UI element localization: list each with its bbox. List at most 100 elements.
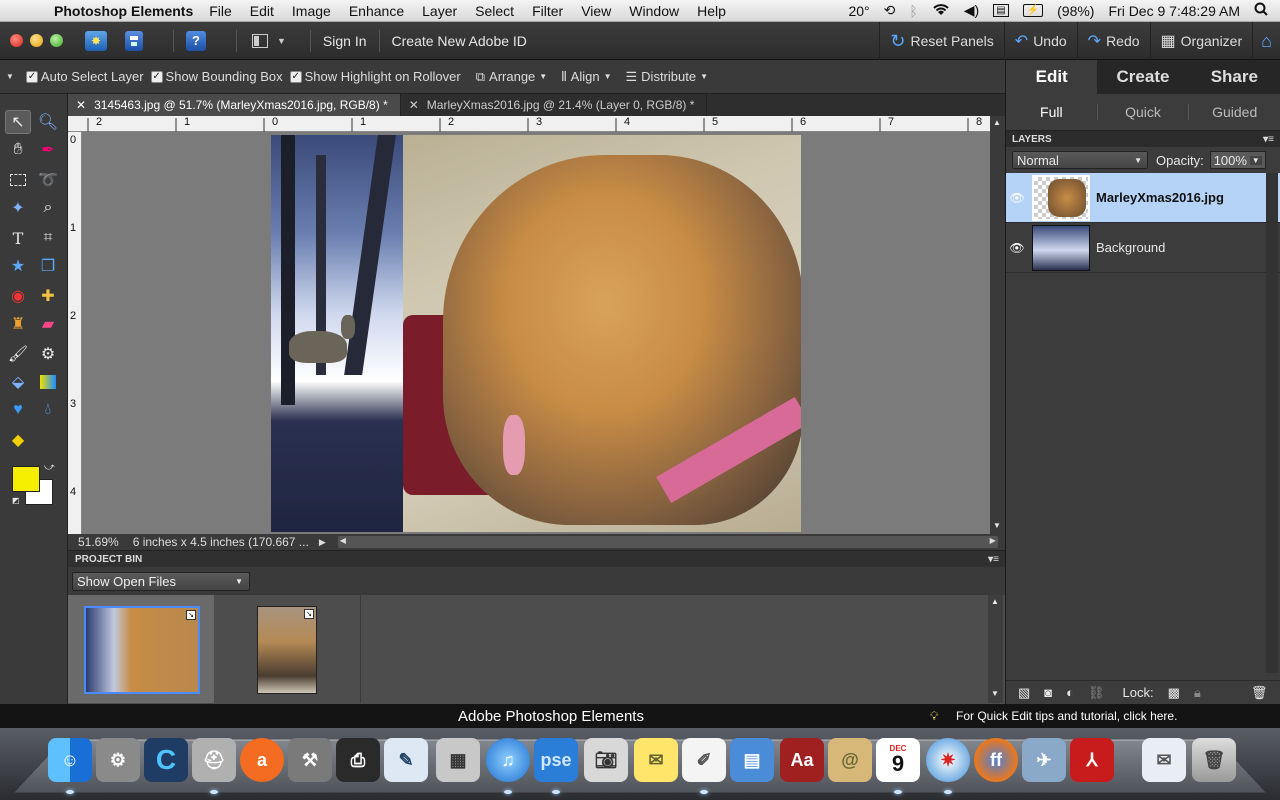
red-eye-tool-icon[interactable]: ◉ [5, 284, 31, 308]
calculator-icon[interactable]: ▦ [436, 738, 480, 782]
visibility-eye-icon[interactable]: 👁︎ [1006, 191, 1028, 205]
bin-thumbnail-composite[interactable]: ↘ [84, 606, 200, 694]
preview-icon[interactable]: ✎ [384, 738, 428, 782]
clone-stamp-tool-icon[interactable]: ♜ [5, 312, 31, 336]
lock-all-icon[interactable]: 🔒︎ [1194, 685, 1201, 701]
gradient-tool-icon[interactable] [35, 370, 61, 394]
panel-menu-icon[interactable]: ▾≡ [988, 554, 999, 565]
subtab-guided[interactable]: Guided [1189, 104, 1280, 120]
new-layer-icon[interactable]: ▧ [1018, 685, 1030, 701]
visibility-eye-icon[interactable]: 👁︎ [1006, 241, 1028, 255]
lock-transparent-icon[interactable]: ▩ [1168, 685, 1180, 701]
swap-colors-icon[interactable]: ⤻ [44, 462, 55, 473]
adjustment-layer-icon[interactable]: ◐ [1066, 685, 1074, 700]
adobe-reader-icon[interactable]: ⅄ [1070, 738, 1114, 782]
opacity-field[interactable]: 100% ▼ [1210, 151, 1266, 169]
menu-filter[interactable]: Filter [532, 3, 563, 19]
quick-selection-tool-icon[interactable]: ⌕ [35, 196, 61, 220]
scroll-right-icon[interactable]: ▶ [990, 536, 996, 545]
delete-layer-icon[interactable]: 🗑︎ [1251, 685, 1268, 701]
eraser-tool-icon[interactable]: ▰ [35, 312, 61, 336]
tab-create[interactable]: Create [1097, 60, 1188, 94]
foreground-color-swatch[interactable] [12, 466, 40, 492]
blur-tool-icon[interactable]: 💧︎ [35, 398, 61, 422]
tab-edit[interactable]: Edit [1006, 60, 1097, 94]
panel-menu-icon[interactable]: ▾≡ [1263, 134, 1274, 145]
battery-percent[interactable]: (98%) [1057, 3, 1094, 19]
link-icon[interactable]: ⛓︎ [1088, 685, 1105, 701]
scroll-up-icon[interactable]: ▲ [993, 118, 1001, 127]
wifi-icon[interactable] [932, 3, 950, 19]
arrange-dropdown[interactable]: ⧉ Arrange ▼ [476, 69, 547, 85]
scroll-left-icon[interactable]: ◀ [340, 536, 346, 545]
default-colors-icon[interactable]: ◩ [12, 496, 20, 505]
utilities-icon[interactable]: ⚒ [288, 738, 332, 782]
calendar-icon[interactable]: DEC 9 [876, 738, 920, 782]
blend-mode-dropdown[interactable]: Normal ▼ [1012, 151, 1148, 169]
system-preferences-icon[interactable]: ⚙ [96, 738, 140, 782]
new-file-icon[interactable]: ✸ [85, 31, 107, 51]
workspace-layout-icon[interactable] [249, 31, 271, 51]
avast-icon[interactable]: a [240, 738, 284, 782]
lasso-tool-icon[interactable]: ➰ [35, 168, 61, 192]
chevron-down-icon[interactable]: ▼ [277, 36, 286, 46]
layer-row-background[interactable]: 👁︎ Background [1006, 223, 1280, 273]
tab-share[interactable]: Share [1189, 60, 1280, 94]
volume-icon[interactable]: ◀) [964, 2, 979, 19]
horizontal-scrollbar[interactable]: ◀ ▶ [338, 536, 998, 548]
image-capture-icon[interactable]: 📷︎ [584, 738, 628, 782]
subtab-quick[interactable]: Quick [1098, 104, 1190, 120]
options-menu-icon[interactable]: ▼ [6, 72, 14, 81]
paint-bucket-tool-icon[interactable]: ⬙ [5, 370, 31, 394]
itunes-icon[interactable]: ♫ [486, 738, 530, 782]
menu-enhance[interactable]: Enhance [349, 3, 404, 19]
composite-image[interactable] [271, 135, 801, 532]
redo-button[interactable]: ↷ Redo [1077, 22, 1150, 60]
shape-tool-icon[interactable]: ★ [5, 254, 31, 278]
quick-edit-tip-link[interactable]: For Quick Edit tips and tutorial, click … [956, 709, 1177, 723]
textedit-icon[interactable]: ✐ [682, 738, 726, 782]
document-canvas[interactable] [82, 132, 990, 534]
sponge-tool-icon[interactable]: ◆ [5, 428, 31, 452]
contacts-icon[interactable]: @ [828, 738, 872, 782]
bluetooth-icon[interactable]: ᛒ [909, 3, 917, 19]
scroll-down-icon[interactable]: ▼ [991, 689, 999, 698]
show-open-files-dropdown[interactable]: Show Open Files ▼ [72, 572, 250, 591]
layers-scrollbar[interactable] [1266, 173, 1278, 673]
organizer-button[interactable]: ▦ Organizer [1150, 22, 1253, 60]
hand-tool-icon[interactable]: ✋︎ [5, 138, 31, 162]
align-dropdown[interactable]: ⫴ Align ▼ [561, 69, 611, 85]
menu-window[interactable]: Window [629, 3, 679, 19]
menu-view[interactable]: View [581, 3, 611, 19]
marquee-tool-icon[interactable] [5, 168, 31, 192]
zoom-tool-icon[interactable]: 🔍︎ [35, 110, 61, 134]
spotlight-search-icon[interactable] [1254, 2, 1268, 19]
menu-select[interactable]: Select [475, 3, 514, 19]
menu-help[interactable]: Help [697, 3, 726, 19]
minimize-window-button[interactable] [30, 34, 43, 47]
vertical-scrollbar[interactable]: ▲ ▼ [990, 116, 1005, 534]
downloads-stack-icon[interactable]: ✉ [1142, 738, 1186, 782]
photoshop-elements-icon[interactable]: pse [534, 738, 578, 782]
stickies-icon[interactable]: ✉ [634, 738, 678, 782]
preview-photo-icon[interactable]: ✈ [1022, 738, 1066, 782]
app-menu[interactable]: Photoshop Elements [54, 3, 193, 19]
layer-mask-icon[interactable]: ◙ [1044, 685, 1052, 700]
zoom-level[interactable]: 51.69% [78, 535, 119, 549]
menu-image[interactable]: Image [292, 3, 331, 19]
input-menu-icon[interactable]: ▤ [993, 4, 1008, 17]
type-tool-icon[interactable]: T [5, 226, 31, 250]
sign-in-link[interactable]: Sign In [323, 33, 367, 49]
trash-icon[interactable]: 🗑︎ [1192, 738, 1236, 782]
smart-brush-tool-icon[interactable]: ⚙ [35, 342, 61, 366]
status-menu-icon[interactable]: ▶ [319, 537, 326, 548]
magic-wand-tool-icon[interactable]: ✦ [5, 196, 31, 220]
recompose-tool-icon[interactable]: ❐ [35, 254, 61, 278]
ccleaner-icon[interactable]: C [144, 738, 188, 782]
home-button[interactable]: ⌂ [1252, 22, 1280, 60]
close-icon[interactable]: ✕ [409, 98, 419, 112]
cookie-cutter-tool-icon[interactable]: ♥ [5, 398, 31, 422]
bin-scrollbar[interactable]: ▲ ▼ [988, 595, 1003, 703]
subtab-full[interactable]: Full [1006, 104, 1098, 120]
bin-thumbnail-dog[interactable]: ↘ [257, 606, 317, 694]
